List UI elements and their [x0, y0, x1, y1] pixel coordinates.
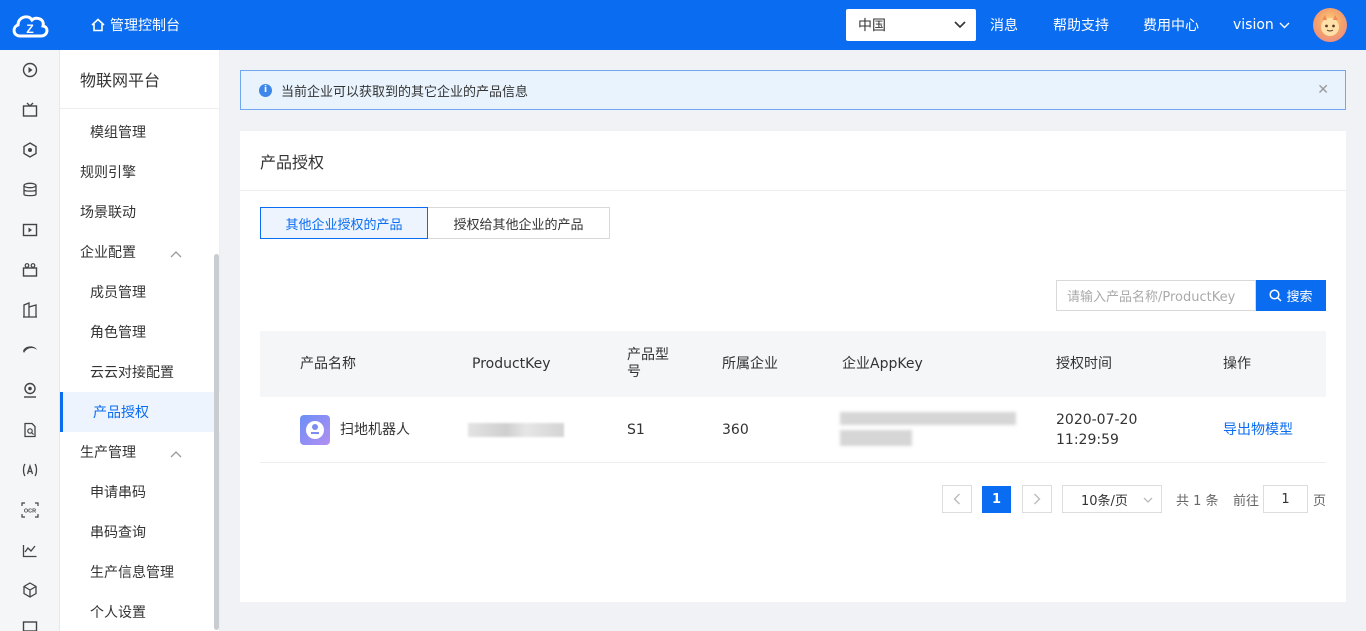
- video-play-icon[interactable]: [20, 220, 40, 240]
- svg-text:Z: Z: [26, 22, 33, 36]
- chevron-down-icon: [1143, 492, 1153, 507]
- sidebar-item-production-info[interactable]: 生产信息管理: [60, 552, 220, 592]
- sidebar-item-serial-query[interactable]: 串码查询: [60, 512, 220, 552]
- sidebar-item-cloud-docking[interactable]: 云云对接配置: [60, 352, 220, 392]
- location-user-icon[interactable]: [20, 380, 40, 400]
- goto-page-input[interactable]: 1: [1263, 485, 1308, 513]
- tab-authorized-by-others[interactable]: 其他企业授权的产品: [260, 207, 428, 239]
- product-key-cell: [468, 397, 564, 463]
- info-alert: i 当前企业可以获取到的其它企业的产品信息 ✕: [240, 70, 1346, 110]
- product-name-cell: 扫地机器人: [300, 397, 410, 463]
- sidebar-item-product-authorization[interactable]: 产品授权: [60, 392, 220, 432]
- alert-text: 当前企业可以获取到的其它企业的产品信息: [281, 84, 529, 100]
- prev-page-button[interactable]: [942, 485, 972, 513]
- export-thing-model-link[interactable]: 导出物模型: [1223, 397, 1293, 463]
- search-button[interactable]: 搜索: [1256, 280, 1326, 311]
- monitor-icon[interactable]: [20, 618, 40, 631]
- logo[interactable]: Z: [0, 0, 60, 50]
- product-model: S1: [627, 422, 645, 438]
- sidebar-item-role-management[interactable]: 角色管理: [60, 312, 220, 352]
- search-button-label: 搜索: [1286, 290, 1313, 305]
- sidebar-scrollbar[interactable]: [214, 254, 219, 630]
- user-menu[interactable]: vision: [1233, 0, 1290, 50]
- column-header: 产品型号: [627, 347, 669, 380]
- sidebar-item-personal-settings[interactable]: 个人设置: [60, 592, 220, 631]
- chevron-up-icon: [170, 246, 182, 262]
- user-name: vision: [1233, 17, 1274, 33]
- sub-navigation: 物联网平台 模组管理 规则引擎 场景联动 企业配置 成员管理 角色管理 云云对接…: [60, 50, 220, 631]
- console-label: 管理控制台: [110, 18, 180, 34]
- sidebar-item-rule-engine[interactable]: 规则引擎: [60, 152, 220, 192]
- swirl-icon[interactable]: [20, 340, 40, 360]
- tab-group: 其他企业授权的产品 授权给其他企业的产品: [260, 207, 610, 239]
- chart-trend-icon[interactable]: [20, 540, 40, 560]
- hexagon-icon[interactable]: [20, 140, 40, 160]
- column-header: 产品名称: [300, 355, 356, 372]
- console-home-link[interactable]: 管理控制台: [91, 0, 180, 50]
- total-count: 共 1 条: [1176, 493, 1219, 509]
- next-page-button[interactable]: [1022, 485, 1052, 513]
- authorization-time: 2020-07-20 11:29:59: [1056, 412, 1138, 448]
- chevron-down-icon: [1279, 22, 1290, 29]
- chevron-left-icon: [953, 493, 960, 505]
- company-name: 360: [722, 422, 749, 438]
- cloud-logo-icon: Z: [12, 15, 49, 38]
- play-circle-icon[interactable]: [20, 60, 40, 80]
- app-key-cell: [840, 397, 1016, 463]
- chevron-right-icon: [1034, 493, 1041, 505]
- icon-rail: OCR: [0, 50, 60, 631]
- search-input[interactable]: 请输入产品名称/ProductKey: [1056, 280, 1256, 311]
- sidebar-item-apply-serial[interactable]: 申请串码: [60, 472, 220, 512]
- sidebar-item-member-management[interactable]: 成员管理: [60, 272, 220, 312]
- info-icon: i: [259, 83, 272, 97]
- page-title: 产品授权: [260, 153, 325, 172]
- ocr-icon[interactable]: OCR: [20, 500, 40, 520]
- text-recognition-icon[interactable]: [20, 460, 40, 480]
- messages-link[interactable]: 消息: [990, 0, 1018, 50]
- product-name: 扫地机器人: [340, 422, 410, 438]
- page-size-select[interactable]: 10条/页: [1062, 485, 1162, 513]
- region-select[interactable]: 中国: [846, 9, 976, 41]
- tv-icon[interactable]: [20, 100, 40, 120]
- page-size-value: 10条/页: [1081, 493, 1128, 509]
- page-1-button[interactable]: 1: [982, 486, 1011, 513]
- avatar[interactable]: [1313, 8, 1347, 42]
- divider: [240, 190, 1346, 191]
- table-header: 产品名称 ProductKey 产品型号 所属企业 企业AppKey 授权时间 …: [260, 331, 1326, 397]
- region-value: 中国: [858, 18, 886, 34]
- chevron-down-icon: [954, 17, 966, 33]
- building-icon[interactable]: [20, 300, 40, 320]
- tab-authorized-to-others[interactable]: 授权给其他企业的产品: [428, 207, 610, 239]
- document-search-icon[interactable]: [20, 420, 40, 440]
- subnav-title: 物联网平台: [60, 50, 220, 109]
- redacted-product-key: [468, 423, 564, 437]
- column-header: 授权时间: [1056, 355, 1112, 372]
- sidebar-item-module-management[interactable]: 模组管理: [60, 112, 220, 152]
- top-bar: Z 管理控制台 中国 消息 帮助支持 费用中心 vision: [0, 0, 1366, 50]
- redacted-app-key: [840, 410, 1016, 450]
- goto-suffix: 页: [1313, 493, 1327, 509]
- chevron-up-icon: [170, 446, 182, 462]
- svg-text:OCR: OCR: [24, 509, 36, 515]
- robot-vacuum-icon: [300, 415, 330, 445]
- cube-icon[interactable]: [20, 580, 40, 600]
- sidebar-item-scene-linkage[interactable]: 场景联动: [60, 192, 220, 232]
- goto-prefix: 前往: [1233, 493, 1260, 509]
- column-header: 企业AppKey: [842, 355, 923, 372]
- database-icon[interactable]: [20, 180, 40, 200]
- column-header: ProductKey: [472, 355, 551, 372]
- product-authorization-card: 产品授权 其他企业授权的产品 授权给其他企业的产品 请输入产品名称/Produc…: [240, 131, 1346, 602]
- table-row: 扫地机器人 S1 360 2020-07-20 11:29:59 导出物模型: [260, 397, 1326, 463]
- column-header: 操作: [1223, 355, 1251, 372]
- search-icon: [1269, 289, 1283, 302]
- sidebar-group-enterprise-config[interactable]: 企业配置: [60, 232, 220, 272]
- camera-icon[interactable]: [20, 260, 40, 280]
- billing-center-link[interactable]: 费用中心: [1143, 0, 1199, 50]
- close-icon[interactable]: ✕: [1317, 82, 1329, 98]
- column-header: 所属企业: [722, 355, 778, 372]
- home-icon: [91, 18, 105, 32]
- help-support-link[interactable]: 帮助支持: [1053, 0, 1109, 50]
- sidebar-group-production-management[interactable]: 生产管理: [60, 432, 220, 472]
